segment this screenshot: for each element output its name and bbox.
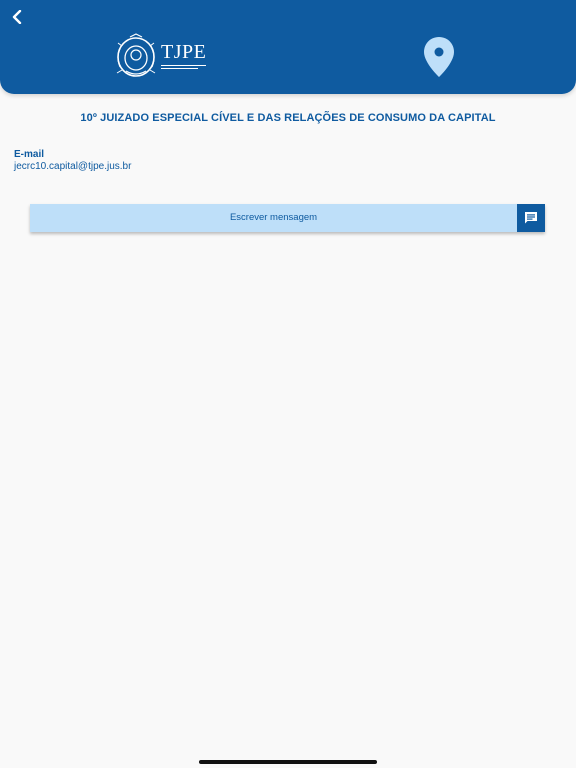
map-location-button[interactable]	[422, 36, 456, 78]
write-message-button[interactable]: Escrever mensagem	[30, 204, 545, 232]
app-header: TJPE	[0, 0, 576, 94]
court-unit-title: 10º JUIZADO ESPECIAL CÍVEL E DAS RELAÇÕE…	[80, 112, 496, 124]
map-pin-icon	[424, 37, 454, 77]
logo-text: TJPE	[161, 40, 207, 66]
email-label: E-mail	[14, 149, 45, 160]
write-message-label: Escrever mensagem	[229, 212, 318, 223]
message-icon-button[interactable]	[517, 204, 545, 232]
back-button[interactable]	[6, 6, 28, 28]
message-icon	[525, 212, 537, 224]
chevron-left-icon	[12, 10, 22, 24]
home-indicator[interactable]	[199, 760, 377, 764]
email-value[interactable]: jecrc10.capital@tjpe.jus.br	[14, 161, 131, 172]
logo-underline	[161, 68, 198, 69]
